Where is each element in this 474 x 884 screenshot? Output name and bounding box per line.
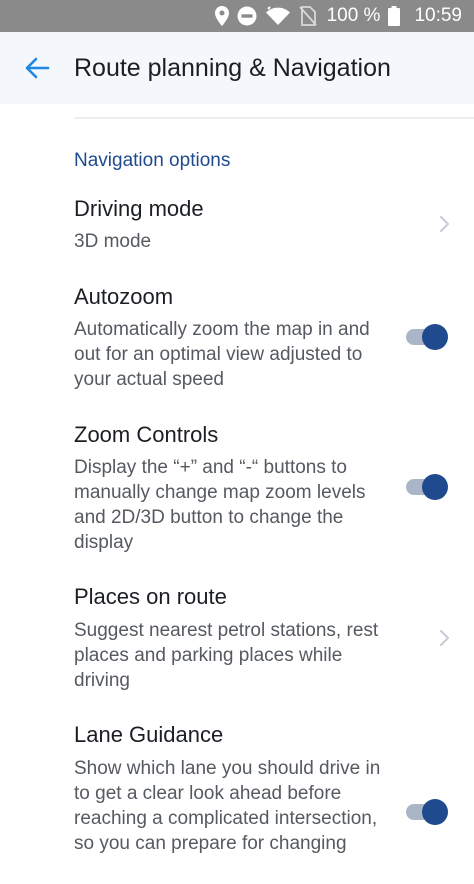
setting-description: 3D mode	[74, 231, 152, 252]
do-not-disturb-icon	[237, 6, 257, 26]
page-title: Route planning & Navigation	[74, 53, 391, 82]
setting-title: Autozoom	[74, 284, 174, 309]
setting-description: Display the “+” and “-“ buttons to manua…	[74, 457, 366, 553]
zoom-controls-toggle[interactable]	[404, 473, 450, 501]
divider	[74, 117, 474, 119]
battery-percentage: 100 %	[326, 5, 381, 26]
setting-title: Places on route	[74, 584, 227, 609]
back-button[interactable]	[11, 42, 63, 94]
setting-title: Zoom Controls	[74, 422, 219, 447]
battery-icon	[388, 6, 401, 26]
toggle-thumb	[422, 799, 448, 825]
arrow-left-icon	[25, 57, 50, 79]
toggle-thumb	[422, 474, 448, 500]
section-header: Navigation options	[74, 150, 231, 171]
lane-guidance-toggle[interactable]	[404, 798, 450, 826]
clock: 10:59	[414, 5, 462, 26]
wifi-icon	[265, 6, 291, 26]
location-pin-icon	[214, 6, 229, 26]
toggle-thumb	[422, 324, 448, 350]
setting-description: Automatically zoom the map in and out fo…	[74, 319, 370, 390]
setting-title: Lane Guidance	[74, 722, 224, 747]
setting-description: Show which lane you should drive in to g…	[74, 758, 381, 854]
setting-title: Driving mode	[74, 196, 204, 221]
no-sim-icon	[298, 6, 317, 26]
status-bar: 100 % 10:59	[0, 0, 474, 32]
setting-description: Suggest nearest petrol stations, rest pl…	[74, 620, 379, 691]
chevron-right-icon[interactable]	[436, 628, 452, 648]
app-bar: Route planning & Navigation	[0, 32, 474, 104]
autozoom-toggle[interactable]	[404, 323, 450, 351]
chevron-right-icon[interactable]	[436, 214, 452, 234]
